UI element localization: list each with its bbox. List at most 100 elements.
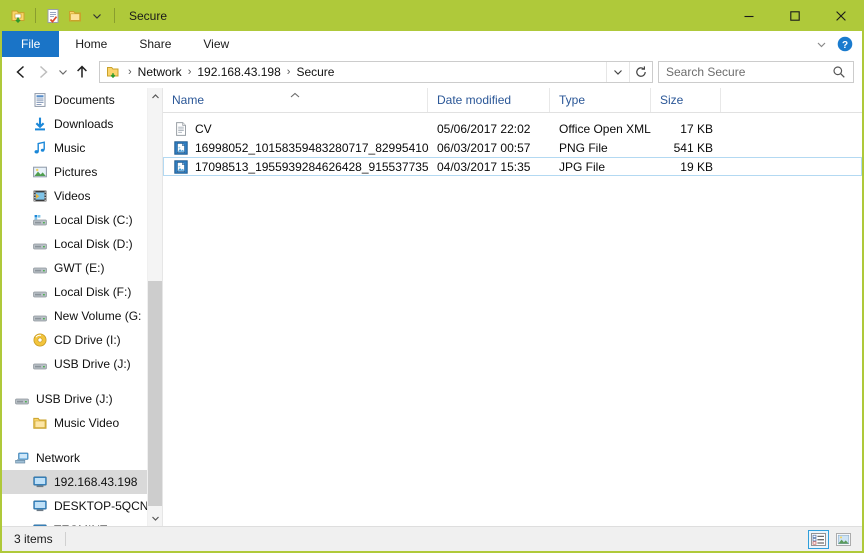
breadcrumb-secure[interactable]: Secure — [293, 65, 337, 79]
quick-access-toolbar: Secure — [0, 6, 167, 26]
item-count-label: 3 items — [2, 532, 53, 546]
file-date-modified-cell: 05/06/2017 22:02 — [429, 122, 551, 136]
sidebar-item-downloads[interactable]: Downloads — [2, 112, 148, 136]
tab-file[interactable]: File — [2, 31, 59, 57]
explorer-body: DocumentsDownloadsMusicPicturesVideosLoc… — [2, 88, 862, 526]
maximize-button[interactable] — [772, 0, 818, 31]
sidebar-item-label: USB Drive (J:) — [54, 357, 131, 371]
file-name-label: CV — [195, 122, 212, 136]
breadcrumb-network[interactable]: Network — [135, 65, 185, 79]
file-type-cell: JPG File — [551, 160, 652, 174]
qat-separator-1 — [35, 8, 36, 23]
sidebar-item-videos[interactable]: Videos — [2, 184, 148, 208]
file-type-cell: Office Open XML ... — [551, 122, 652, 136]
sidebar-item-music-video[interactable]: Music Video — [2, 411, 148, 435]
sidebar-item-local-disk-d[interactable]: Local Disk (D:) — [2, 232, 148, 256]
save-to-folder-icon[interactable] — [8, 6, 28, 26]
sidebar-item-local-disk-c[interactable]: Local Disk (C:) — [2, 208, 148, 232]
address-dropdown-chevron-icon[interactable] — [606, 62, 629, 82]
file-list-pane: Name Date modified Type Size CV 05/06/201… — [162, 88, 862, 526]
new-folder-icon[interactable] — [65, 6, 85, 26]
window-title: Secure — [129, 9, 167, 23]
navigation-group-spacer — [2, 435, 148, 446]
ribbon-tab-bar: File Home Share View ? — [2, 31, 862, 58]
column-header-name[interactable]: Name — [163, 88, 428, 112]
tab-home[interactable]: Home — [59, 31, 123, 57]
file-type-cell: PNG File — [551, 141, 652, 155]
breadcrumb-separator-2: › — [284, 66, 294, 78]
column-header-row: Name Date modified Type Size — [163, 88, 862, 113]
sidebar-item-usb-drive-j[interactable]: USB Drive (J:) — [2, 387, 148, 411]
sidebar-item-label: 192.168.43.198 — [54, 475, 137, 489]
chevron-down-icon[interactable] — [812, 35, 830, 53]
forward-button[interactable] — [32, 61, 54, 83]
navigation-scrollbar[interactable] — [147, 88, 162, 526]
column-header-type-label: Type — [559, 93, 585, 107]
sort-ascending-icon — [290, 88, 301, 102]
computer-icon — [32, 474, 48, 490]
sidebar-item-pictures[interactable]: Pictures — [2, 160, 148, 184]
tab-view[interactable]: View — [187, 31, 245, 57]
sidebar-item-music[interactable]: Music — [2, 136, 148, 160]
breadcrumb-separator-0: › — [125, 66, 135, 78]
sidebar-item-usb-drive-j[interactable]: USB Drive (J:) — [2, 352, 148, 376]
sidebar-item-tecmint[interactable]: TECMINT — [2, 518, 148, 526]
search-input[interactable]: Search Secure — [658, 61, 854, 83]
properties-icon[interactable] — [43, 6, 63, 26]
file-name-cell: 17098513_1955939284626428_9155377357... — [164, 159, 429, 175]
sidebar-item-192-168-43-198[interactable]: 192.168.43.198 — [2, 470, 148, 494]
breadcrumb[interactable]: › Network › 192.168.43.198 › Secure — [99, 61, 653, 83]
window-controls — [726, 0, 864, 31]
title-bar: Secure — [0, 0, 864, 31]
sidebar-item-desktop-5qcn[interactable]: DESKTOP-5QCN — [2, 494, 148, 518]
file-name-cell: 16998052_10158359483280717_829954104... — [164, 140, 429, 156]
minimize-button[interactable] — [726, 0, 772, 31]
column-header-size-label: Size — [660, 93, 683, 107]
column-header-size[interactable]: Size — [651, 88, 721, 112]
customize-quick-access-chevron-icon[interactable] — [87, 6, 107, 26]
tab-share[interactable]: Share — [123, 31, 187, 57]
sidebar-item-label: Documents — [54, 93, 115, 107]
sidebar-item-label: Local Disk (D:) — [54, 237, 133, 251]
file-size-cell: 17 KB — [652, 122, 722, 136]
qat-separator-2 — [114, 8, 115, 23]
close-button[interactable] — [818, 0, 864, 31]
breadcrumb-end-controls — [606, 62, 652, 82]
cd-drive-icon — [32, 332, 48, 348]
drive-icon — [32, 260, 48, 276]
sidebar-item-label: Network — [36, 451, 80, 465]
view-toggle-group — [808, 530, 862, 549]
scroll-up-icon[interactable] — [148, 88, 162, 104]
sidebar-item-documents[interactable]: Documents — [2, 88, 148, 112]
scroll-down-icon[interactable] — [148, 510, 162, 526]
recent-locations-chevron-icon[interactable] — [54, 61, 71, 83]
sidebar-item-network[interactable]: Network — [2, 446, 148, 470]
file-rows: CV 05/06/2017 22:02Office Open XML ...17 … — [163, 113, 862, 176]
table-row[interactable]: 17098513_1955939284626428_9155377357...0… — [163, 157, 862, 176]
ribbon-right-controls: ? — [812, 31, 862, 57]
sidebar-item-new-volume-g[interactable]: New Volume (G: — [2, 304, 148, 328]
column-header-type[interactable]: Type — [550, 88, 651, 112]
sidebar-item-cd-drive-i[interactable]: CD Drive (I:) — [2, 328, 148, 352]
help-icon[interactable]: ? — [836, 35, 854, 53]
videos-icon — [32, 188, 48, 204]
back-button[interactable] — [10, 61, 32, 83]
file-date-modified-cell: 04/03/2017 15:35 — [429, 160, 551, 174]
search-icon[interactable] — [832, 65, 853, 79]
details-view-button[interactable] — [808, 530, 829, 549]
sidebar-item-gwt-e[interactable]: GWT (E:) — [2, 256, 148, 280]
up-button[interactable] — [71, 61, 93, 83]
svg-text:?: ? — [842, 40, 848, 51]
table-row[interactable]: CV 05/06/2017 22:02Office Open XML ...17 … — [163, 119, 862, 138]
large-icons-view-button[interactable] — [833, 530, 854, 549]
folder-icon — [32, 415, 48, 431]
refresh-icon[interactable] — [629, 62, 652, 82]
breadcrumb-ip-address[interactable]: 192.168.43.198 — [194, 65, 283, 79]
table-row[interactable]: 16998052_10158359483280717_829954104...0… — [163, 138, 862, 157]
navigation-group-spacer — [2, 376, 148, 387]
column-header-date-modified[interactable]: Date modified — [428, 88, 550, 112]
file-name-label: 16998052_10158359483280717_829954104... — [195, 141, 429, 155]
navigation-scrollbar-thumb[interactable] — [148, 281, 162, 506]
sidebar-item-local-disk-f[interactable]: Local Disk (F:) — [2, 280, 148, 304]
drive-icon — [32, 236, 48, 252]
